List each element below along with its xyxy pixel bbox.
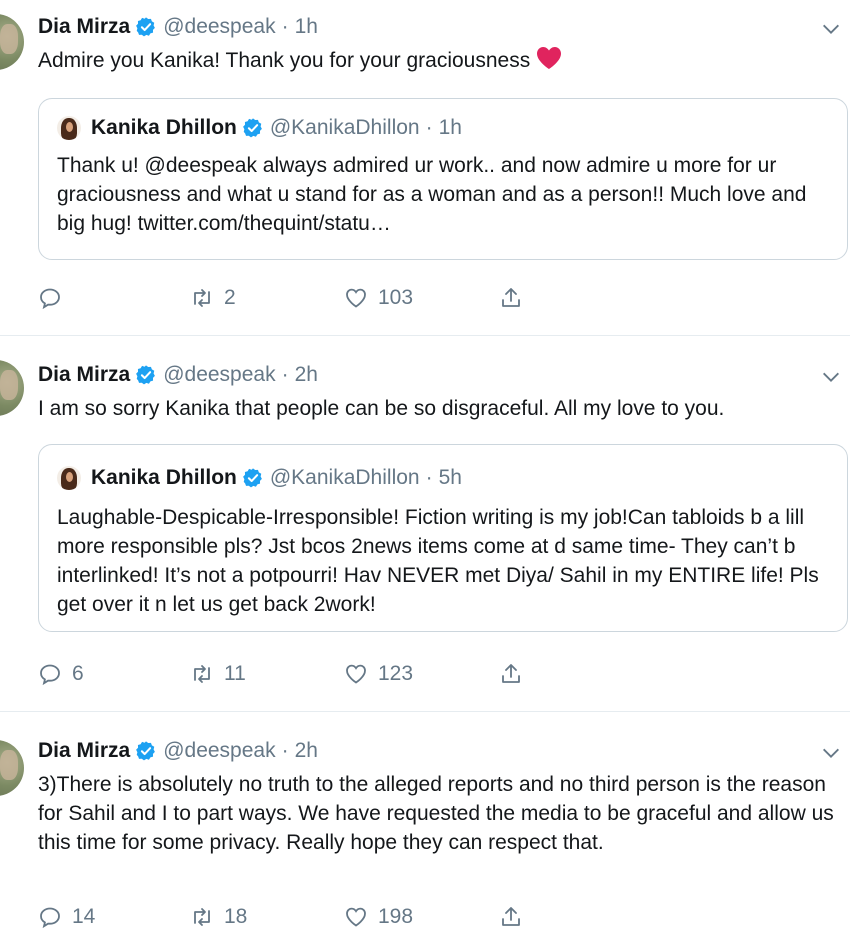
like-count: 198 bbox=[378, 905, 414, 928]
reply-count: 14 bbox=[72, 905, 96, 928]
tweet-header: Dia Mirza @deespeak · 1h bbox=[38, 12, 318, 42]
author-name[interactable]: Dia Mirza bbox=[38, 739, 130, 763]
timestamp[interactable]: 2h bbox=[295, 739, 318, 763]
reply-button[interactable]: 6 bbox=[38, 662, 84, 686]
reply-icon bbox=[40, 288, 60, 310]
avatar[interactable] bbox=[0, 360, 24, 416]
quoted-tweet[interactable]: Kanika Dhillon @KanikaDhillon · 5h Laugh… bbox=[38, 444, 848, 632]
chevron-down-icon[interactable] bbox=[820, 742, 842, 764]
avatar[interactable] bbox=[0, 14, 24, 70]
quoted-author-handle: @KanikaDhillon bbox=[269, 116, 420, 139]
tweet-text: Admire you Kanika! Thank you for your gr… bbox=[38, 46, 840, 78]
separator: · bbox=[281, 739, 289, 762]
quoted-tweet-header: Kanika Dhillon @KanikaDhillon · 1h bbox=[57, 113, 462, 143]
quoted-avatar bbox=[57, 466, 81, 490]
verified-icon bbox=[242, 117, 264, 139]
reply-count: 6 bbox=[72, 662, 84, 685]
tweet[interactable]: Dia Mirza @deespeak · 1h Admire you Kani… bbox=[0, 0, 850, 336]
verified-icon bbox=[135, 364, 157, 386]
like-button[interactable]: 198 bbox=[344, 905, 413, 929]
timestamp[interactable]: 2h bbox=[295, 363, 318, 387]
retweet-button[interactable]: 2 bbox=[190, 286, 236, 310]
quoted-tweet-header: Kanika Dhillon @KanikaDhillon · 5h bbox=[57, 463, 462, 493]
tweet-actions: 6 11 123 bbox=[38, 659, 558, 689]
quoted-author-name: Kanika Dhillon bbox=[91, 466, 237, 489]
tweet[interactable]: Dia Mirza @deespeak · 2h 3)There is abso… bbox=[0, 712, 850, 940]
share-icon bbox=[502, 288, 520, 307]
like-count: 103 bbox=[378, 286, 414, 309]
quoted-author-name: Kanika Dhillon bbox=[91, 116, 237, 139]
author-name[interactable]: Dia Mirza bbox=[38, 15, 130, 39]
author-handle[interactable]: @deespeak bbox=[163, 15, 275, 39]
reply-button[interactable] bbox=[38, 286, 72, 310]
retweet-button[interactable]: 18 bbox=[190, 905, 247, 929]
verified-icon bbox=[135, 16, 157, 38]
retweet-count: 18 bbox=[224, 905, 248, 928]
like-button[interactable]: 123 bbox=[344, 662, 413, 686]
separator: · bbox=[281, 363, 289, 386]
retweet-icon bbox=[194, 665, 210, 683]
verified-icon bbox=[135, 740, 157, 762]
tweet-text: 3)There is absolutely no truth to the al… bbox=[38, 773, 834, 854]
verified-icon bbox=[242, 467, 264, 489]
retweet-count: 2 bbox=[224, 286, 236, 309]
author-handle[interactable]: @deespeak bbox=[163, 739, 275, 763]
tweet-actions: 2 103 bbox=[38, 283, 558, 313]
chevron-down-icon[interactable] bbox=[820, 366, 842, 388]
like-button[interactable]: 103 bbox=[344, 286, 413, 310]
tweet-text-content: Admire you Kanika! Thank you for your gr… bbox=[38, 49, 531, 72]
tweet-header: Dia Mirza @deespeak · 2h bbox=[38, 360, 318, 390]
chevron-down-icon[interactable] bbox=[820, 18, 842, 40]
tweet-text: I am so sorry Kanika that people can be … bbox=[38, 397, 725, 420]
retweet-count: 11 bbox=[224, 662, 246, 685]
share-icon bbox=[502, 907, 520, 926]
share-button[interactable] bbox=[499, 286, 533, 310]
separator: · bbox=[281, 15, 289, 38]
heart-icon bbox=[346, 288, 366, 308]
heart-icon bbox=[346, 664, 366, 684]
reply-icon bbox=[40, 664, 60, 686]
like-count: 123 bbox=[378, 662, 414, 685]
quoted-timestamp: 5h bbox=[438, 466, 462, 489]
quoted-tweet-text: Laughable-Despicable-Irresponsible! Fict… bbox=[57, 506, 819, 616]
quoted-tweet[interactable]: Kanika Dhillon @KanikaDhillon · 1h Thank… bbox=[38, 98, 848, 260]
separator: · bbox=[425, 466, 433, 489]
timestamp[interactable]: 1h bbox=[295, 15, 318, 39]
author-handle[interactable]: @deespeak bbox=[163, 363, 275, 387]
tweet[interactable]: Dia Mirza @deespeak · 2h I am so sorry K… bbox=[0, 336, 850, 712]
tweet-header: Dia Mirza @deespeak · 2h bbox=[38, 736, 318, 766]
retweet-icon bbox=[194, 289, 210, 307]
quoted-avatar bbox=[57, 116, 81, 140]
heart-emoji-icon bbox=[536, 46, 562, 78]
heart-icon bbox=[346, 907, 366, 927]
quoted-tweet-text: Thank u! @deespeak always admired ur wor… bbox=[57, 154, 807, 235]
avatar[interactable] bbox=[0, 740, 24, 796]
quoted-author-handle: @KanikaDhillon bbox=[269, 466, 420, 489]
author-name[interactable]: Dia Mirza bbox=[38, 363, 130, 387]
reply-icon bbox=[40, 907, 60, 929]
reply-button[interactable]: 14 bbox=[38, 905, 95, 929]
tweet-actions: 14 18 198 bbox=[38, 902, 558, 932]
separator: · bbox=[425, 116, 433, 139]
share-icon bbox=[502, 664, 520, 683]
share-button[interactable] bbox=[499, 905, 533, 929]
share-button[interactable] bbox=[499, 662, 533, 686]
retweet-icon bbox=[194, 908, 210, 926]
quoted-timestamp: 1h bbox=[438, 116, 462, 139]
retweet-button[interactable]: 11 bbox=[190, 662, 246, 686]
